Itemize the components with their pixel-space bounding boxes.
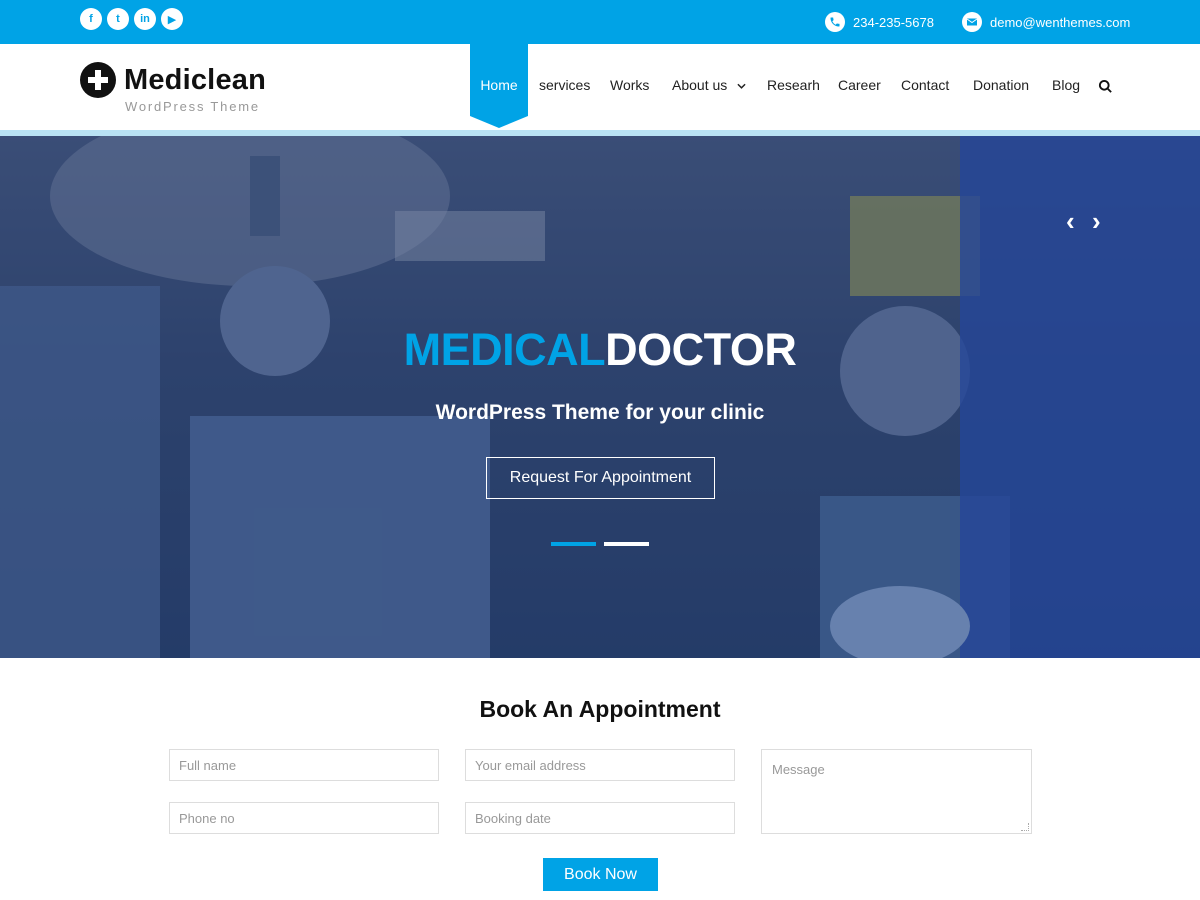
slider-next-button[interactable]: › xyxy=(1092,206,1101,237)
nav-item-services[interactable]: services xyxy=(539,77,590,93)
nav-item-about-us[interactable]: About us xyxy=(672,77,746,93)
chevron-down-icon xyxy=(737,83,746,90)
slider-dot-active[interactable] xyxy=(551,542,596,546)
hero-title: MEDICALDOCTOR xyxy=(0,324,1200,376)
phone-field[interactable]: Phone no xyxy=(169,802,439,834)
booking-date-field[interactable]: Booking date xyxy=(465,802,735,834)
medical-cross-icon xyxy=(80,62,116,98)
nav-item-blog[interactable]: Blog xyxy=(1052,77,1080,93)
nav-item-home[interactable]: Home xyxy=(470,44,528,128)
appointment-title: Book An Appointment xyxy=(479,696,721,722)
search-icon[interactable] xyxy=(1098,79,1113,97)
hero-title-white: DOCTOR xyxy=(605,324,797,375)
full-name-field[interactable]: Full name xyxy=(169,749,439,781)
linkedin-icon[interactable]: in xyxy=(134,8,156,30)
hero-slider: ‹ › MEDICALDOCTOR WordPress Theme for yo… xyxy=(0,136,1200,658)
resize-grip-icon[interactable] xyxy=(1021,823,1029,831)
hero-subtitle: WordPress Theme for your clinic xyxy=(435,401,765,424)
nav-item-career[interactable]: Career xyxy=(838,77,881,93)
nav-item-donation[interactable]: Donation xyxy=(973,77,1029,93)
twitter-icon[interactable]: t xyxy=(107,8,129,30)
message-field[interactable]: Message xyxy=(761,749,1032,834)
nav-item-label: About us xyxy=(672,77,728,93)
site-title[interactable]: Mediclean xyxy=(124,64,266,97)
facebook-icon[interactable]: f xyxy=(80,8,102,30)
phone-number[interactable]: 234-235-5678 xyxy=(853,15,934,30)
youtube-icon[interactable]: ▶ xyxy=(161,8,183,30)
nav-item-works[interactable]: Works xyxy=(610,77,649,93)
hero-overlay xyxy=(0,136,1200,658)
phone-icon xyxy=(825,12,845,32)
nav-item-research[interactable]: Researh xyxy=(767,77,820,93)
envelope-icon xyxy=(962,12,982,32)
top-bar: f t in ▶ 234-235-5678 demo@wenthemes.com xyxy=(0,0,1200,44)
site-tagline: WordPress Theme xyxy=(125,99,260,114)
book-now-button[interactable]: Book Now xyxy=(543,858,658,891)
message-placeholder: Message xyxy=(772,762,825,777)
appointment-section: Book An Appointment Full name Your email… xyxy=(0,658,1200,900)
hero-title-blue: MEDICAL xyxy=(403,324,606,375)
request-appointment-button[interactable]: Request For Appointment xyxy=(486,457,715,499)
email-field[interactable]: Your email address xyxy=(465,749,735,781)
social-links: f t in ▶ xyxy=(80,8,183,30)
slider-dot[interactable] xyxy=(604,542,649,546)
site-logo[interactable]: Mediclean xyxy=(80,62,266,98)
email-contact: demo@wenthemes.com xyxy=(962,12,1130,32)
slider-prev-button[interactable]: ‹ xyxy=(1066,206,1075,237)
site-header: Mediclean WordPress Theme Home services … xyxy=(0,44,1200,130)
email-address[interactable]: demo@wenthemes.com xyxy=(990,15,1130,30)
nav-item-contact[interactable]: Contact xyxy=(901,77,949,93)
phone-contact: 234-235-5678 xyxy=(825,12,934,32)
